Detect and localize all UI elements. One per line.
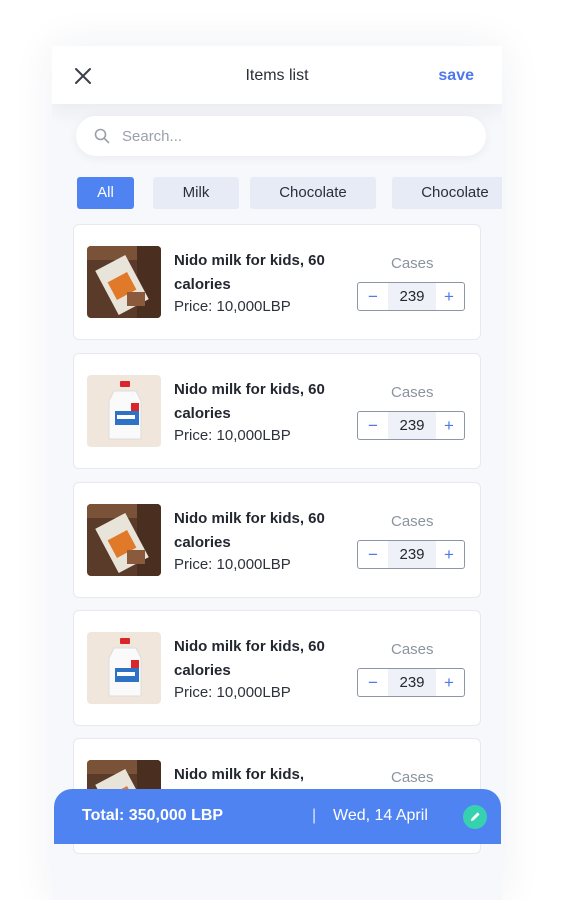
item-card[interactable]: Nido milk for kids, 60 calories Price: 1… <box>73 353 481 469</box>
increase-button[interactable]: + <box>436 283 462 310</box>
filter-chip-chocolate[interactable]: Chocolate <box>250 177 376 209</box>
decrease-button[interactable]: − <box>360 541 386 568</box>
chocolate-product-image <box>87 504 161 576</box>
quantity-stepper: − 239 + <box>357 282 465 311</box>
decrease-button[interactable]: − <box>360 412 386 439</box>
category-filters: All Milk Chocolate Chocolate <box>76 177 502 209</box>
top-bar: Items list save <box>52 46 502 104</box>
search-input[interactable] <box>122 116 462 156</box>
item-price: Price: 10,000LBP <box>174 298 291 315</box>
milk-jug-image <box>87 375 161 447</box>
quantity-stepper: − 239 + <box>357 540 465 569</box>
order-total: Total: 350,000 LBP <box>82 807 224 824</box>
item-name: Nido milk for kids, 60 calories <box>174 381 325 422</box>
filter-chip-chocolate-2[interactable]: Chocolate <box>392 177 502 209</box>
quantity-value[interactable]: 239 <box>388 412 436 439</box>
cases-label: Cases <box>391 513 434 530</box>
decrease-button[interactable]: − <box>360 669 386 696</box>
item-name: Nido milk for kids, 60 calories <box>174 510 325 551</box>
quantity-value[interactable]: 239 <box>388 541 436 568</box>
cases-label: Cases <box>391 255 434 272</box>
quantity-stepper: − 239 + <box>357 668 465 697</box>
chocolate-product-image <box>87 246 161 318</box>
item-name: Nido milk for kids, 60 calories <box>174 252 325 293</box>
item-name: Nido milk for kids, 60 calories <box>174 638 325 679</box>
filter-chip-milk[interactable]: Milk <box>153 177 239 209</box>
item-price: Price: 10,000LBP <box>174 427 291 444</box>
item-card[interactable]: Nido milk for kids, 60 calories Price: 1… <box>73 610 481 726</box>
quantity-value[interactable]: 239 <box>388 283 436 310</box>
increase-button[interactable]: + <box>436 541 462 568</box>
edit-date-button[interactable] <box>463 805 487 829</box>
quantity-value[interactable]: 239 <box>388 669 436 696</box>
item-card[interactable]: Nido milk for kids, 60 calories Price: 1… <box>73 224 481 340</box>
filter-chip-all[interactable]: All <box>77 177 134 209</box>
cases-label: Cases <box>391 384 434 401</box>
item-card[interactable]: Nido milk for kids, 60 calories Price: 1… <box>73 482 481 598</box>
items-list-screen: Items list save All Milk Chocolate Choco… <box>52 46 502 900</box>
cases-label: Cases <box>391 769 434 786</box>
increase-button[interactable]: + <box>436 669 462 696</box>
order-date: Wed, 14 April <box>333 807 428 824</box>
milk-jug-image <box>87 632 161 704</box>
divider: | <box>312 807 317 824</box>
cases-label: Cases <box>391 641 434 658</box>
increase-button[interactable]: + <box>436 412 462 439</box>
save-button[interactable]: save <box>438 67 474 85</box>
pencil-icon <box>463 812 487 833</box>
quantity-stepper: − 239 + <box>357 411 465 440</box>
search-icon <box>94 128 110 144</box>
decrease-button[interactable]: − <box>360 283 386 310</box>
total-bar: Total: 350,000 LBP | Wed, 14 April <box>54 789 501 844</box>
search-bar <box>76 116 486 156</box>
page-title: Items list <box>245 67 309 84</box>
item-price: Price: 10,000LBP <box>174 684 291 701</box>
item-name: Nido milk for kids, <box>174 766 305 783</box>
item-price: Price: 10,000LBP <box>174 556 291 573</box>
